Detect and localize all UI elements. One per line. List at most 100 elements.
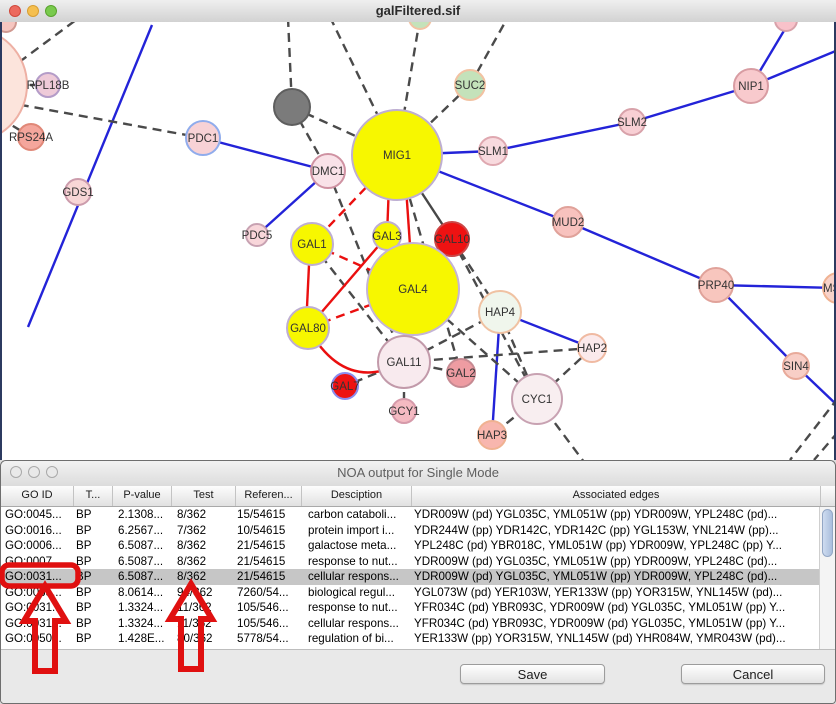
table-row[interactable]: GO:0006...BP6.5087...8/36221/54615galact…: [1, 538, 821, 554]
node-unlabeled[interactable]: [409, 22, 431, 29]
node-label-GAL7: GAL7: [330, 381, 359, 393]
cell: GO:0045...: [1, 507, 74, 523]
node-label-HAP2: HAP2: [577, 343, 607, 355]
column-header-associatededges[interactable]: Associated edges: [412, 486, 821, 506]
node-unlabeled[interactable]: [274, 89, 310, 125]
node-label-GCY1: GCY1: [388, 406, 419, 418]
node-unlabeled[interactable]: [775, 22, 797, 31]
node-label-SUC2: SUC2: [455, 80, 486, 92]
column-header-referen[interactable]: Referen...: [236, 486, 302, 506]
cell: YDR009W (pd) YGL035C, YML051W (pp) YDR00…: [412, 569, 821, 585]
node-unlabeled[interactable]: [2, 28, 27, 142]
column-header-desciption[interactable]: Desciption: [302, 486, 412, 506]
cell: GO:0031...: [1, 569, 74, 585]
node-unlabeled[interactable]: [2, 22, 16, 32]
cell: 10/54615: [236, 523, 302, 539]
table-row[interactable]: GO:0065...BP8.0614...94/3627260/54...bio…: [1, 585, 821, 601]
node-label-MSL1: MSL1: [823, 283, 834, 295]
cell: 6.5087...: [113, 538, 172, 554]
noa-window-titlebar: NOA output for Single Mode: [1, 461, 835, 487]
edge: [814, 432, 834, 460]
cell: BP: [74, 507, 113, 523]
network-window: galFiltered.sif RPL18B RPS24A GDS1 PDC1 PDC5…: [0, 0, 836, 460]
cell: BP: [74, 585, 113, 601]
node-label-GAL3: GAL3: [372, 231, 401, 243]
node-label-GDS1: GDS1: [62, 187, 93, 199]
cell: 8/362: [172, 538, 236, 554]
column-header-pvalue[interactable]: P-value: [113, 486, 172, 506]
cell: 6.5087...: [113, 569, 172, 585]
cell: 1.3324...: [113, 600, 172, 616]
cell: 15/54615: [236, 507, 302, 523]
noa-footer: Save Cancel: [1, 649, 835, 704]
cell: 11/362: [172, 616, 236, 632]
table-row[interactable]: GO:0031...BP6.5087...8/36221/54615cellul…: [1, 569, 821, 585]
column-header-test[interactable]: Test: [172, 486, 236, 506]
cell: BP: [74, 554, 113, 570]
network-window-title: galFiltered.sif: [0, 3, 836, 18]
node-label-PDC5: PDC5: [242, 230, 273, 242]
cell: BP: [74, 538, 113, 554]
column-header-goid[interactable]: GO ID: [1, 486, 74, 506]
scrollbar-thumb[interactable]: [822, 509, 833, 557]
cell: GO:0016...: [1, 523, 74, 539]
edge: [568, 222, 716, 285]
cell: BP: [74, 523, 113, 539]
cell: cellular respons...: [302, 616, 412, 632]
node-label-GAL2: GAL2: [446, 368, 475, 380]
node-label-RPL18B: RPL18B: [27, 80, 70, 92]
cell: response to nut...: [302, 554, 412, 570]
cell: 8.0614...: [113, 585, 172, 601]
node-label-GAL11: GAL11: [387, 357, 422, 369]
network-canvas[interactable]: RPL18BRPS24AGDS1PDC1PDC5DMC1MIG1SUC2SLM1…: [0, 22, 836, 460]
cell: YDR244W (pp) YDR142C, YDR142C (pp) YGL15…: [412, 523, 821, 539]
node-label-CYC1: CYC1: [522, 394, 553, 406]
cell: BP: [74, 600, 113, 616]
vertical-scrollbar[interactable]: [819, 507, 835, 649]
cell: 105/546...: [236, 600, 302, 616]
cell: YDR009W (pd) YGL035C, YML051W (pp) YDR00…: [412, 507, 821, 523]
cell: 8/362: [172, 554, 236, 570]
cell: YFR034C (pd) YBR093C, YDR009W (pd) YGL03…: [412, 616, 821, 632]
table-header: GO IDT...P-valueTestReferen...Desciption…: [1, 486, 835, 507]
table-row[interactable]: GO:0031...BP1.3324...11/362105/546...res…: [1, 600, 821, 616]
node-label-PDC1: PDC1: [188, 133, 219, 145]
node-label-SLM2: SLM2: [617, 117, 647, 129]
node-label-MIG1: MIG1: [383, 150, 411, 162]
cell: YPL248C (pd) YBR018C, YML051W (pp) YDR00…: [412, 538, 821, 554]
node-label-RPS24A: RPS24A: [9, 132, 53, 144]
cancel-button[interactable]: Cancel: [681, 664, 825, 684]
cell: BP: [74, 569, 113, 585]
edge: [28, 25, 152, 327]
node-label-GAL4: GAL4: [398, 284, 428, 296]
table-row[interactable]: GO:0050...BP1.428E...80/3625778/54...reg…: [1, 631, 821, 647]
cell: GO:0007...: [1, 554, 74, 570]
cell: 7/362: [172, 523, 236, 539]
cell: BP: [74, 631, 113, 647]
node-label-SLM1: SLM1: [478, 146, 508, 158]
column-header-t[interactable]: T...: [74, 486, 113, 506]
cell: YFR034C (pd) YBR093C, YDR009W (pd) YGL03…: [412, 600, 821, 616]
cell: GO:0006...: [1, 538, 74, 554]
table-row[interactable]: GO:0007...BP6.5087...8/36221/54615respon…: [1, 554, 821, 570]
cell: 1.428E...: [113, 631, 172, 647]
cell: 8/362: [172, 569, 236, 585]
noa-window-title: NOA output for Single Mode: [1, 465, 835, 480]
noa-window: NOA output for Single Mode GO IDT...P-va…: [0, 460, 836, 704]
node-label-MUD2: MUD2: [552, 217, 585, 229]
cell: 5778/54...: [236, 631, 302, 647]
cell: GO:0031...: [1, 616, 74, 632]
table-row[interactable]: GO:0045...BP2.1308...8/36215/54615carbon…: [1, 507, 821, 523]
table-row[interactable]: GO:0031...BP1.3324...11/362105/546...cel…: [1, 616, 821, 632]
cell: GO:0050...: [1, 631, 74, 647]
cell: 6.2567...: [113, 523, 172, 539]
table-body: GO:0045...BP2.1308...8/36215/54615carbon…: [1, 507, 821, 649]
cell: GO:0065...: [1, 585, 74, 601]
node-label-HAP4: HAP4: [485, 307, 516, 319]
cell: 105/546...: [236, 616, 302, 632]
table-row[interactable]: GO:0016...BP6.2567...7/36210/54615protei…: [1, 523, 821, 539]
cell: 21/54615: [236, 554, 302, 570]
cell: YGL073W (pd) YER103W, YER133W (pp) YOR31…: [412, 585, 821, 601]
cell: YDR009W (pd) YGL035C, YML051W (pp) YDR00…: [412, 554, 821, 570]
save-button[interactable]: Save: [460, 664, 605, 684]
